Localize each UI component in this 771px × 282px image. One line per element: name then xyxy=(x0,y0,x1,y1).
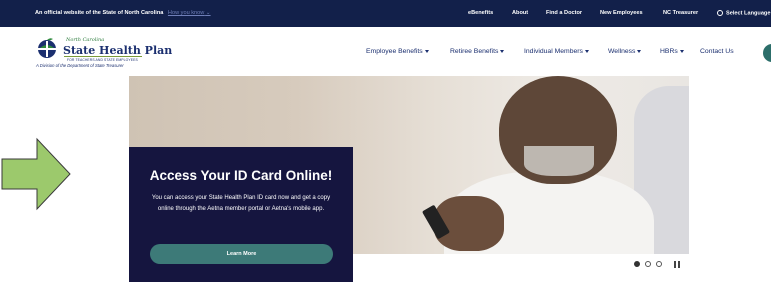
logo-division-text: A Division of the Department of State Tr… xyxy=(36,63,124,68)
nav-wellness[interactable]: Wellness xyxy=(608,48,642,55)
shp-logo-icon xyxy=(38,38,56,58)
nav-retiree-benefits[interactable]: Retiree Benefits xyxy=(450,48,505,55)
caret-down-icon xyxy=(584,49,589,53)
globe-icon xyxy=(717,10,723,16)
official-banner: An official website of the State of Nort… xyxy=(0,0,771,27)
nav-employee-benefits[interactable]: Employee Benefits xyxy=(366,48,429,55)
nav-contact-us[interactable]: Contact Us xyxy=(700,48,734,55)
utility-link-nc-treasurer[interactable]: NC Treasurer xyxy=(663,10,698,16)
caret-down-icon xyxy=(637,49,642,53)
caret-down-icon xyxy=(679,49,684,53)
arrow-right-icon xyxy=(1,137,71,211)
nav-label: Wellness xyxy=(608,48,636,55)
utility-link-ebenefits[interactable]: eBenefits xyxy=(468,10,493,16)
utility-link-find-a-doctor[interactable]: Find a Doctor xyxy=(546,10,582,16)
carousel-dot-2[interactable] xyxy=(645,261,651,267)
caret-down-icon xyxy=(500,49,505,53)
nav-label: Individual Members xyxy=(524,48,583,55)
logo-rule xyxy=(64,56,142,57)
utility-link-about[interactable]: About xyxy=(512,10,528,16)
utility-links: eBenefits About Find a Doctor New Employ… xyxy=(0,10,771,18)
hero-title: Access Your ID Card Online! xyxy=(149,168,333,183)
nav-individual-members[interactable]: Individual Members xyxy=(524,48,589,55)
pause-icon[interactable] xyxy=(674,261,680,268)
caret-down-icon xyxy=(424,49,429,53)
carousel-dot-3[interactable] xyxy=(656,261,662,267)
utility-link-new-employees[interactable]: New Employees xyxy=(600,10,643,16)
nav-label: Retiree Benefits xyxy=(450,48,499,55)
nav-label: Employee Benefits xyxy=(366,48,423,55)
language-selector[interactable]: Select Language xyxy=(717,10,770,16)
nav-label: HBRs xyxy=(660,48,678,55)
nav-hbrs[interactable]: HBRs xyxy=(660,48,684,55)
hero-person-beard xyxy=(524,146,594,176)
carousel-dot-1[interactable] xyxy=(634,261,640,267)
carousel-controls xyxy=(634,260,694,270)
hero-description: You can access your State Health Plan ID… xyxy=(151,195,331,212)
logo-subtitle: FOR TEACHERS AND STATE EMPLOYEES xyxy=(67,58,138,62)
nav-label: Contact Us xyxy=(700,48,734,55)
language-label: Select Language xyxy=(726,10,771,17)
learn-more-button[interactable]: Learn More xyxy=(150,244,333,264)
hero-card: Access Your ID Card Online! You can acce… xyxy=(129,147,353,282)
logo-script-text: North Carolina xyxy=(66,37,105,43)
